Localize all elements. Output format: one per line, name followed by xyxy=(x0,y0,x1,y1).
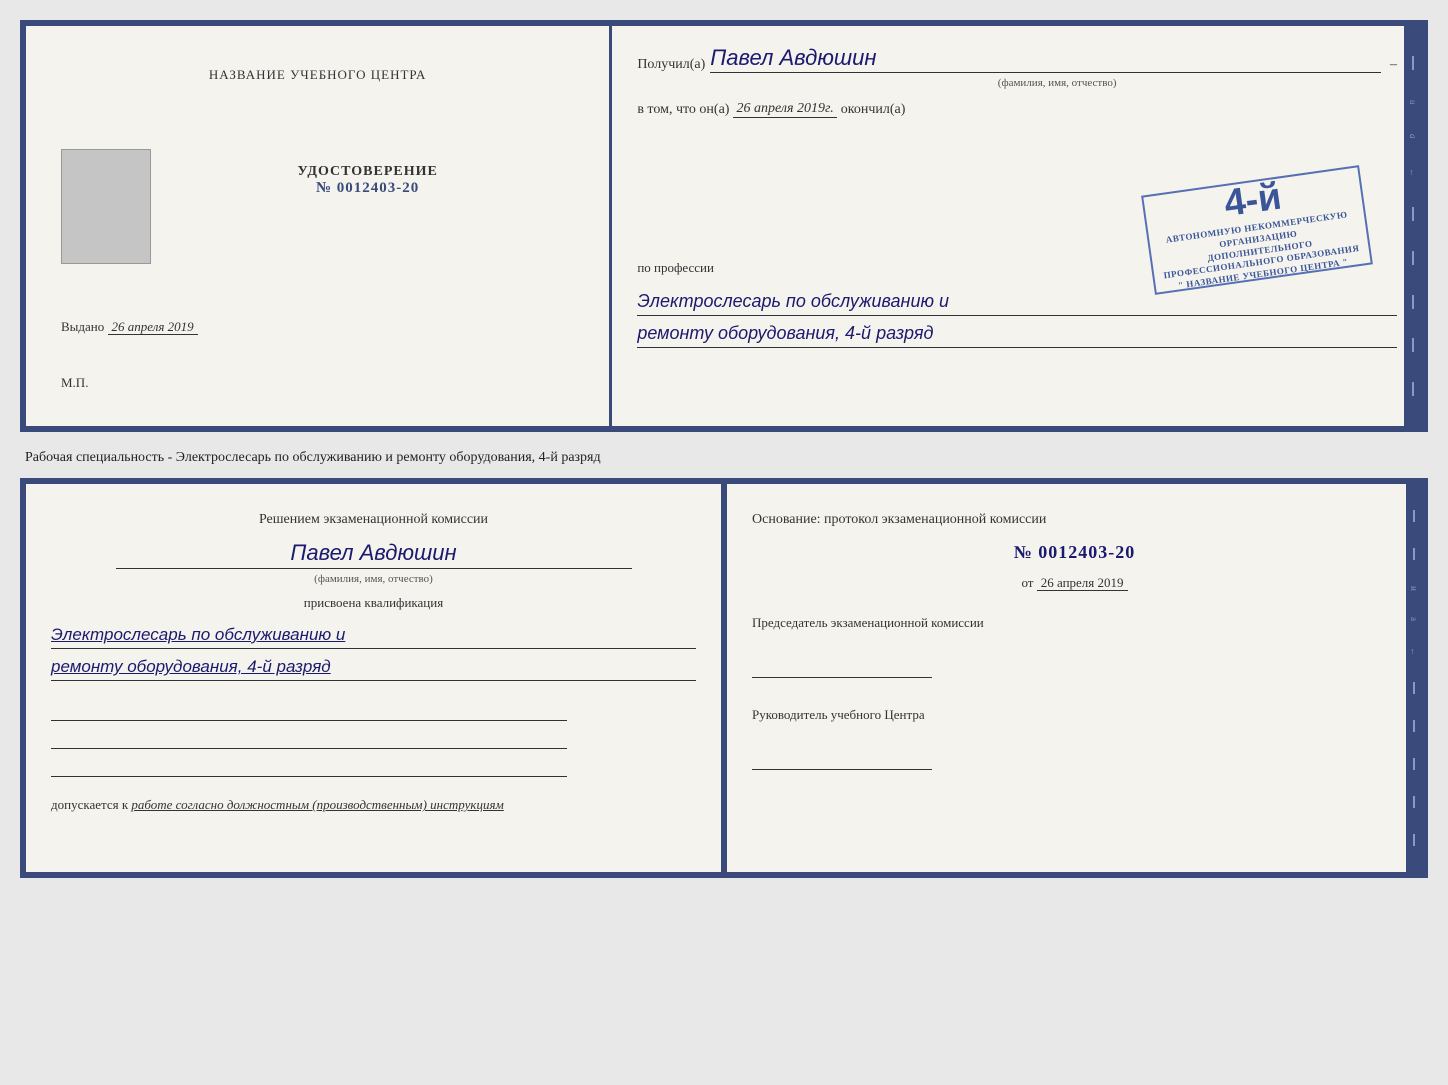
sig-lines xyxy=(51,701,696,777)
chairman-block: Председатель экзаменационной комиссии xyxy=(752,613,1397,683)
chairman-label: Председатель экзаменационной комиссии xyxy=(752,613,1397,633)
doc-right: Получил(а) Павел Авдюшин – (фамилия, имя… xyxy=(612,26,1422,426)
ot-label: от xyxy=(1021,575,1033,590)
ot-date: от 26 апреля 2019 xyxy=(752,575,1397,591)
vydano-label: Выдано xyxy=(61,319,104,334)
spine-letter-i: и xyxy=(1408,100,1418,105)
prisvoena-label: присвоена квалификация xyxy=(51,595,696,611)
poluchil-label: Получил(а) xyxy=(637,57,705,73)
sig-line-3 xyxy=(51,757,567,777)
spine-letter-a: а xyxy=(1408,134,1418,139)
mp-block: М.П. xyxy=(51,375,88,391)
profession-value1: Электрослесарь по обслуживанию и xyxy=(637,288,1397,316)
bottom-documents: Решением экзаменационной комиссии Павел … xyxy=(20,478,1428,878)
spine-dash-3 xyxy=(1412,251,1414,265)
resheniem-title: Решением экзаменационной комиссии xyxy=(51,509,696,530)
spine-bottom-right: и а ← xyxy=(1406,484,1422,872)
vydano-block: Выдано 26 апреля 2019 xyxy=(51,319,584,335)
sig-line-2 xyxy=(51,729,567,749)
rukovoditel-block: Руководитель учебного Центра xyxy=(752,705,1397,775)
bottom-left: Решением экзаменационной комиссии Павел … xyxy=(20,478,724,878)
spine-dash-1 xyxy=(1412,56,1414,70)
vtom-date: 26 апреля 2019г. xyxy=(733,101,836,118)
udostoverenie-number: № 0012403-20 xyxy=(151,180,584,197)
ot-date-value: 26 апреля 2019 xyxy=(1037,575,1128,591)
top-document: НАЗВАНИЕ УЧЕБНОГО ЦЕНТРА УДОСТОВЕРЕНИЕ №… xyxy=(20,20,1428,432)
separator-text: Рабочая специальность - Электрослесарь п… xyxy=(20,442,1428,468)
vtom-line: в том, что он(а) 26 апреля 2019г. окончи… xyxy=(637,101,1397,118)
dopuskaetsya-block: допускается к работе согласно должностны… xyxy=(51,797,696,813)
spine-letter-arrow: ← xyxy=(1408,168,1418,177)
spine-right: и а ← xyxy=(1404,26,1422,426)
doc-left: НАЗВАНИЕ УЧЕБНОГО ЦЕНТРА УДОСТОВЕРЕНИЕ №… xyxy=(26,26,612,426)
profession-value2: ремонту оборудования, 4-й разряд xyxy=(637,320,1397,348)
center-name-top: НАЗВАНИЕ УЧЕБНОГО ЦЕНТРА xyxy=(209,66,426,84)
fio-label-bottom: (фамилия, имя, отчество) xyxy=(314,573,433,585)
spine-dash-4 xyxy=(1412,295,1414,309)
osnovanie-title: Основание: протокол экзаменационной коми… xyxy=(752,509,1397,530)
vtom-prefix: в том, что он(а) xyxy=(637,102,729,118)
protocol-number: № 0012403-20 xyxy=(752,542,1397,563)
vydano-date: 26 апреля 2019 xyxy=(108,319,198,335)
qualification-value2: ремонту оборудования, 4-й разряд xyxy=(51,653,696,681)
bottom-right: Основание: протокол экзаменационной коми… xyxy=(724,478,1428,878)
okonchil: окончил(а) xyxy=(841,102,906,118)
rukovoditel-sig-line xyxy=(752,750,932,770)
sig-line-1 xyxy=(51,701,567,721)
page-wrapper: НАЗВАНИЕ УЧЕБНОГО ЦЕНТРА УДОСТОВЕРЕНИЕ №… xyxy=(20,20,1428,878)
person-name-large: Павел Авдюшин xyxy=(116,540,632,569)
spine-dash-6 xyxy=(1412,382,1414,396)
rukovoditel-label: Руководитель учебного Центра xyxy=(752,705,1397,725)
poluchil-line: Получил(а) Павел Авдюшин – xyxy=(637,46,1397,73)
qualification-value1: Электрослесарь по обслуживанию и xyxy=(51,621,696,649)
chairman-sig-line xyxy=(752,658,932,678)
dopusk-prefix: допускается к xyxy=(51,797,128,812)
spine-dash-2 xyxy=(1412,207,1414,221)
poluchil-name: Павел Авдюшин xyxy=(710,46,1381,73)
udostoverenie-title: УДОСТОВЕРЕНИЕ xyxy=(151,164,584,180)
spine-dash-5 xyxy=(1412,338,1414,352)
photo-placeholder xyxy=(61,149,151,264)
dopusk-italic: работе согласно должностным (производств… xyxy=(131,797,503,812)
fio-label-top: (фамилия, имя, отчество) xyxy=(717,77,1397,89)
